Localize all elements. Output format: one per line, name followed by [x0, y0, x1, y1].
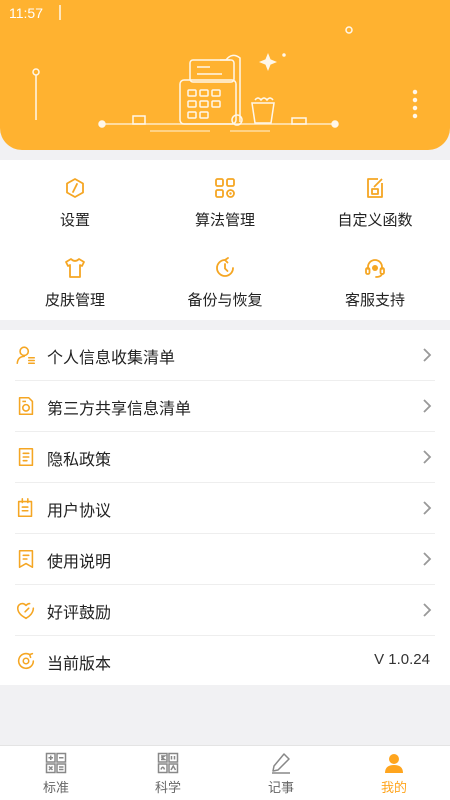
grid-item-label: 设置	[59, 211, 90, 229]
chevron-right-icon	[423, 501, 432, 515]
nav-tab-notes[interactable]: 记事	[225, 746, 337, 800]
nav-tab-standard[interactable]: 标准	[0, 746, 112, 800]
thumb-up-icon	[16, 602, 35, 620]
list-item-label: 好评鼓励	[47, 603, 112, 622]
grid-item-label: 皮肤管理	[44, 291, 105, 309]
grid-item-label: 备份与恢复	[187, 291, 263, 309]
settings-icon	[66, 178, 84, 198]
agreement-icon	[17, 498, 33, 518]
chevron-right-icon	[423, 603, 432, 617]
shirt-icon	[65, 258, 85, 278]
restore-icon	[216, 257, 234, 277]
nav-tab-mine[interactable]: 我的	[338, 746, 450, 800]
chevron-right-icon	[423, 450, 432, 464]
nav-label: 我的	[380, 781, 407, 796]
chevron-right-icon	[423, 348, 432, 362]
pencil-icon	[272, 753, 290, 774]
list-item-rate-us[interactable]: 好评鼓励	[0, 585, 450, 636]
grid-item-skins[interactable]: 皮肤管理	[0, 240, 150, 320]
chevron-right-icon	[423, 552, 432, 566]
bookmark-icon	[18, 549, 34, 569]
list-item-user-agreement[interactable]: 用户协议	[0, 483, 450, 534]
list-item-label: 第三方共享信息清单	[47, 399, 192, 418]
calculator-illustration	[32, 5, 418, 132]
headset-icon	[365, 259, 385, 278]
scientific-calculator-icon	[157, 752, 179, 774]
header-banner: 11:57	[0, 0, 450, 150]
list-item-label: 当前版本	[47, 654, 112, 673]
list-item-third-party[interactable]: 第三方共享信息清单	[0, 381, 450, 432]
quick-actions-grid: 设置 算法管理 自定义函数 皮肤管理 备份与恢复 客服支持	[0, 160, 450, 320]
version-icon	[17, 652, 35, 670]
grid-item-label: 算法管理	[194, 211, 255, 229]
grid-item-backup[interactable]: 备份与恢复	[150, 240, 300, 320]
version-value: V 1.0.24	[374, 651, 430, 668]
grid-item-settings[interactable]: 设置	[0, 160, 150, 240]
list-item-label: 使用说明	[47, 552, 112, 571]
list-item-label: 个人信息收集清单	[47, 348, 176, 367]
profile-icon	[385, 754, 403, 773]
document-icon	[18, 447, 34, 467]
nav-label: 标准	[42, 781, 69, 796]
grid-item-support[interactable]: 客服支持	[300, 240, 450, 320]
list-item-label: 隐私政策	[47, 450, 112, 469]
grid-item-label: 自定义函数	[337, 211, 413, 229]
grid-item-label: 客服支持	[344, 291, 405, 309]
user-list-icon	[16, 346, 36, 365]
list-item-privacy-policy[interactable]: 隐私政策	[0, 432, 450, 483]
bottom-nav: 标准 科学 记事 我的	[0, 745, 450, 800]
grid-item-custom-function[interactable]: 自定义函数	[300, 160, 450, 240]
settings-list: 个人信息收集清单 第三方共享信息清单 隐私政策 用户协议 使用说明 好评鼓励 当…	[0, 330, 450, 685]
grid-item-algorithms[interactable]: 算法管理	[150, 160, 300, 240]
list-item-instructions[interactable]: 使用说明	[0, 534, 450, 585]
list-item-label: 用户协议	[47, 501, 112, 520]
list-item-personal-info[interactable]: 个人信息收集清单	[0, 330, 450, 381]
share-doc-icon	[18, 396, 34, 416]
nav-label: 记事	[267, 781, 294, 796]
apps-icon	[215, 178, 235, 198]
list-item-version: 当前版本 V 1.0.24	[0, 636, 450, 687]
nav-label: 科学	[154, 781, 181, 796]
custom-function-icon	[367, 178, 383, 198]
nav-tab-scientific[interactable]: 科学	[112, 746, 224, 800]
standard-calculator-icon	[45, 752, 67, 774]
chevron-right-icon	[423, 399, 432, 413]
